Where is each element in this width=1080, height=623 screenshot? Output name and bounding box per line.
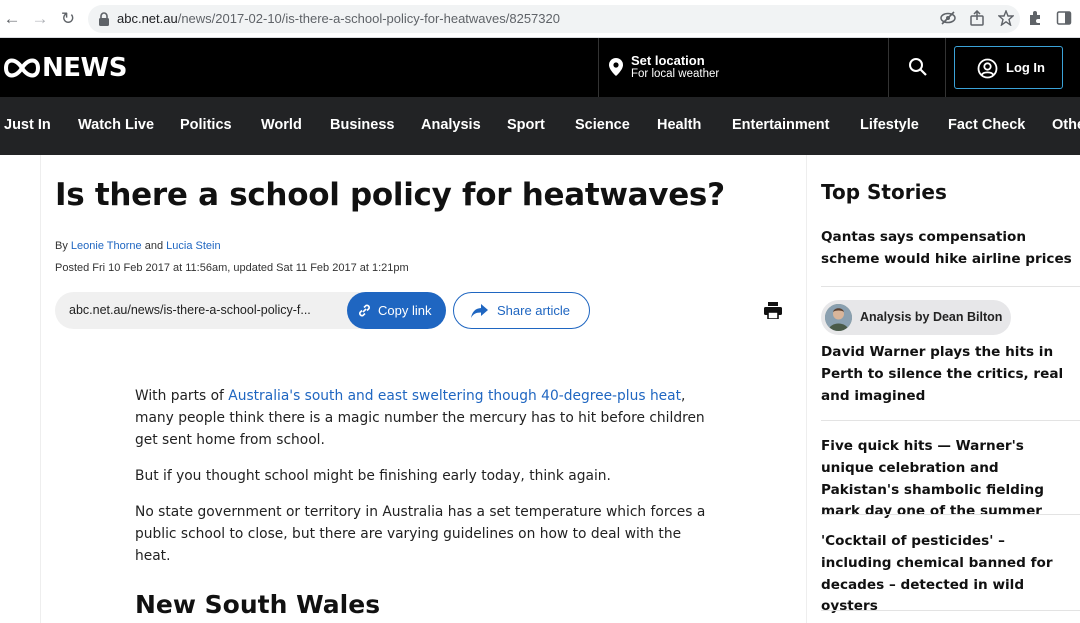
logo-text: NEWS — [42, 53, 127, 83]
user-circle-icon — [977, 58, 998, 79]
nav-item-analysis[interactable]: Analysis — [421, 117, 481, 133]
share-article-button[interactable]: Share article — [453, 292, 590, 329]
content-divider — [40, 155, 41, 623]
share-arrow-icon — [471, 304, 488, 318]
paragraph-3: No state government or territory in Aust… — [135, 504, 706, 564]
abc-news-logo[interactable]: NEWS — [3, 53, 127, 83]
login-label: Log In — [1006, 60, 1045, 75]
back-arrow-icon[interactable]: ← — [2, 9, 22, 29]
copy-link-button[interactable]: Copy link — [347, 292, 446, 329]
forward-arrow-icon[interactable]: → — [30, 9, 50, 29]
story-divider — [821, 286, 1080, 287]
section-heading: New South Wales — [135, 590, 381, 619]
byline: By Leonie Thorne and Lucia Stein — [55, 240, 221, 252]
login-button[interactable]: Log In — [954, 46, 1063, 89]
share-url-text: abc.net.au/news/is-there-a-school-policy… — [69, 303, 311, 317]
main-nav: Just In Watch Live Politics World Busine… — [0, 97, 1080, 155]
story-divider — [821, 514, 1080, 515]
top-story-3[interactable]: Five quick hits — Warner's unique celebr… — [821, 436, 1077, 523]
paragraph-1: With parts of Australia's south and east… — [135, 388, 705, 448]
analysis-label: Analysis by Dean Bilton — [860, 310, 1003, 324]
paragraph-2: But if you thought school might be finis… — [135, 468, 611, 484]
share-page-icon[interactable] — [969, 9, 985, 26]
story-divider — [821, 420, 1080, 421]
bookmark-star-icon[interactable] — [997, 9, 1015, 27]
url-text: abc.net.au/news/2017-02-10/is-there-a-sc… — [117, 11, 560, 26]
search-icon — [909, 58, 927, 76]
printer-icon — [764, 302, 782, 320]
nav-item-science[interactable]: Science — [575, 117, 630, 133]
lock-icon — [99, 12, 109, 26]
author-avatar — [825, 304, 852, 331]
abc-lissajous-icon — [3, 56, 41, 80]
analysis-badge: Analysis by Dean Bilton — [821, 300, 1011, 335]
heat-article-link[interactable]: Australia's south and east sweltering th… — [228, 388, 681, 404]
browser-actions — [940, 9, 1072, 28]
byline-prefix: By — [55, 240, 68, 252]
link-icon — [359, 304, 370, 317]
nav-item-politics[interactable]: Politics — [180, 117, 232, 133]
reload-icon[interactable]: ↻ — [58, 9, 78, 29]
nav-item-world[interactable]: World — [261, 117, 302, 133]
location-pin-icon — [609, 58, 623, 76]
share-article-label: Share article — [497, 303, 570, 318]
search-button[interactable] — [888, 38, 946, 97]
set-location-button[interactable]: Set location For local weather — [598, 38, 888, 97]
nav-item-entertainment[interactable]: Entertainment — [732, 117, 830, 133]
nav-item-other[interactable]: Other — [1052, 117, 1080, 133]
side-panel-icon[interactable] — [1056, 10, 1072, 26]
browser-toolbar: ← → ↻ abc.net.au/news/2017-02-10/is-ther… — [0, 0, 1080, 38]
nav-item-lifestyle[interactable]: Lifestyle — [860, 117, 919, 133]
top-stories-heading: Top Stories — [821, 180, 947, 204]
site-header: NEWS Set location For local weather Log … — [0, 38, 1080, 97]
address-bar[interactable]: abc.net.au/news/2017-02-10/is-there-a-sc… — [88, 5, 1020, 33]
posted-timestamp: Posted Fri 10 Feb 2017 at 11:56am, updat… — [55, 262, 409, 274]
nav-item-watch-live[interactable]: Watch Live — [78, 117, 154, 133]
eye-off-icon[interactable] — [940, 10, 956, 26]
top-story-4[interactable]: 'Cocktail of pesticides' – including che… — [821, 531, 1077, 618]
nav-item-fact-check[interactable]: Fact Check — [948, 117, 1025, 133]
author-link-1[interactable]: Leonie Thorne — [71, 240, 142, 252]
sidebar-divider — [806, 155, 807, 623]
author-link-2[interactable]: Lucia Stein — [166, 240, 220, 252]
article-headline: Is there a school policy for heatwaves? — [55, 177, 725, 213]
nav-item-business[interactable]: Business — [330, 117, 394, 133]
top-story-2[interactable]: David Warner plays the hits in Perth to … — [821, 342, 1077, 407]
extensions-icon[interactable] — [1027, 10, 1043, 26]
top-story-1[interactable]: Qantas says compensation scheme would hi… — [821, 227, 1077, 271]
story-divider — [821, 610, 1080, 611]
location-subtitle: For local weather — [631, 68, 720, 80]
print-button[interactable] — [764, 302, 782, 320]
byline-and: and — [144, 240, 164, 252]
copy-link-label: Copy link — [378, 303, 432, 318]
nav-item-health[interactable]: Health — [657, 117, 701, 133]
nav-item-just-in[interactable]: Just In — [4, 117, 51, 133]
nav-item-sport[interactable]: Sport — [507, 117, 545, 133]
location-title: Set location — [631, 53, 705, 68]
